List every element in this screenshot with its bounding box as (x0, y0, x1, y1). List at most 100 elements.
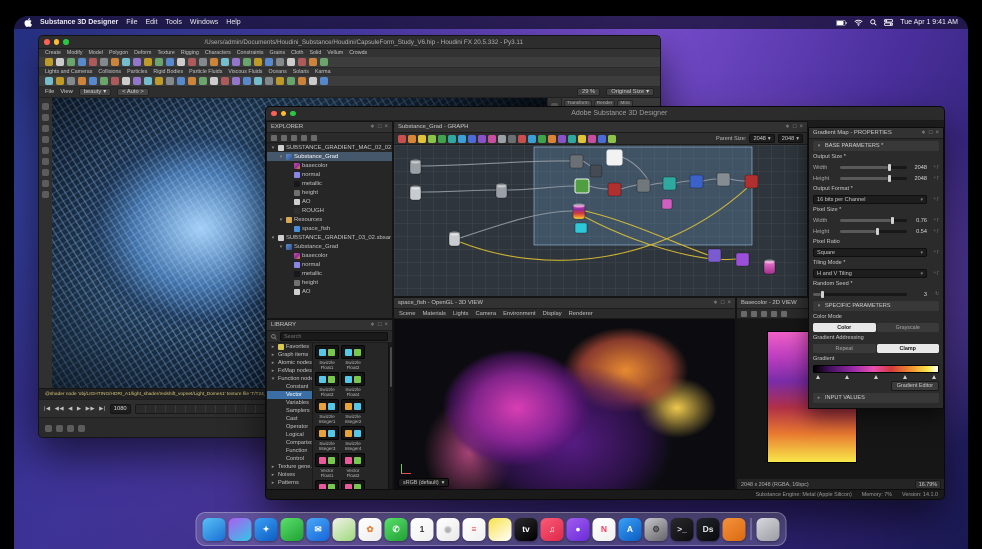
search-icon[interactable] (870, 19, 877, 26)
function-icon[interactable]: +ƒ (930, 218, 939, 223)
chevron-down-icon[interactable]: ▾ (278, 244, 284, 250)
shelf-tool-icon[interactable] (298, 58, 306, 66)
shelf-tool-icon[interactable] (89, 77, 97, 85)
tree-item-substance-gradient-03-02-sbsar[interactable]: ▾ SUBSTANCE_GRADIENT_03_02.sbsar (267, 233, 392, 242)
library-node-swizzle-float2[interactable]: Swizzle Float2 (341, 345, 365, 370)
shelf-tab-cloth[interactable]: Cloth (291, 50, 303, 56)
output-height-value[interactable]: 2048 (910, 176, 927, 182)
library-node-swizzle-integer2[interactable]: Swizzle Integer2 (341, 399, 365, 424)
library-scrollbar[interactable] (388, 343, 392, 490)
tool-icon[interactable] (42, 191, 49, 198)
graph-node[interactable] (735, 252, 750, 267)
shelf-tab-rigging[interactable]: Rigging (181, 50, 199, 56)
graph-node-button[interactable] (528, 134, 536, 143)
shelf-tab-solaris[interactable]: Solaris (293, 69, 309, 75)
houdini-menu-file[interactable]: File (45, 89, 54, 95)
shelf-tool-icon[interactable] (210, 77, 218, 85)
pixel-height-value[interactable]: 0.54 (910, 229, 927, 235)
tree-item-logical[interactable]: Logical (267, 431, 312, 439)
library-node-swizzle-float1[interactable]: Swizzle Float1 (315, 345, 339, 370)
tree-item-samplers[interactable]: Samplers (267, 407, 312, 415)
auto-update-control[interactable]: < Auto > (117, 88, 149, 96)
graph-node-button[interactable] (608, 134, 616, 143)
shelf-tab-characters[interactable]: Characters (205, 50, 231, 56)
close-button[interactable] (44, 39, 50, 45)
pixel-ratio-dropdown[interactable]: Square ▾ (813, 248, 927, 257)
shelf-tool-icon[interactable] (221, 77, 229, 85)
view3d-menu-environment[interactable]: Environment (503, 311, 536, 317)
output-height-slider[interactable] (840, 175, 907, 182)
dock-calendar[interactable]: 1 (410, 517, 434, 541)
tool-icon[interactable] (42, 169, 49, 176)
dock-facetime[interactable]: ✆ (384, 517, 408, 541)
tree-item-constant[interactable]: Constant (267, 383, 312, 391)
shelf-tool-icon[interactable] (188, 58, 196, 66)
dock-mail[interactable]: ✉ (306, 517, 330, 541)
function-icon[interactable]: ↻ (930, 292, 939, 297)
shelf-tool-icon[interactable] (210, 58, 218, 66)
tree-item-basecolor[interactable]: basecolor (267, 251, 392, 260)
dock-houdini[interactable] (722, 517, 746, 541)
function-icon[interactable]: +ƒ (930, 165, 939, 170)
shelf-tool-icon[interactable] (78, 58, 86, 66)
minimize-button[interactable] (53, 39, 59, 45)
dock-news[interactable]: N (592, 517, 616, 541)
graph-node[interactable] (636, 178, 651, 193)
pin-icon[interactable]: ∗ (713, 300, 718, 306)
shelf-tool-icon[interactable] (309, 58, 317, 66)
view2d-zoom-level[interactable]: 16.79% (914, 480, 941, 489)
chevron-right-icon[interactable]: ▸ (270, 352, 276, 358)
image-size-dropdown[interactable]: Original Size ▾ (606, 88, 654, 96)
gradient-key-handle[interactable] (845, 375, 849, 379)
shelf-tool-icon[interactable] (122, 77, 130, 85)
gradient-key-handle[interactable] (932, 375, 936, 379)
tree-item-basecolor[interactable]: basecolor (267, 161, 392, 170)
tree-item-space-fish[interactable]: space_fish (267, 224, 392, 233)
function-icon[interactable]: +ƒ (930, 250, 939, 255)
view3d-menu-materials[interactable]: Materials (422, 311, 446, 317)
color-mode-grayscale-button[interactable]: Grayscale (876, 323, 939, 332)
graph-node-button[interactable] (398, 134, 406, 143)
shelf-tool-icon[interactable] (276, 77, 284, 85)
shelf-tool-icon[interactable] (177, 58, 185, 66)
tiling-mode-dropdown[interactable]: H and V Tiling ▾ (813, 269, 927, 278)
graph-node[interactable] (574, 178, 590, 194)
frame-start-field[interactable]: 1080 (109, 403, 131, 414)
dock-finder[interactable] (202, 517, 226, 541)
section-specific-parameters[interactable]: ▾ SPECIFIC PARAMETERS (813, 301, 939, 311)
shelf-tab-vellum[interactable]: Vellum (327, 50, 343, 56)
graph-canvas[interactable] (394, 145, 807, 296)
parent-size-dropdown[interactable]: 2048 ▾ (749, 134, 775, 143)
link-icon[interactable] (301, 134, 307, 141)
graph-node-button[interactable] (538, 134, 546, 143)
menu-windows[interactable]: Windows (190, 19, 218, 26)
colorspace-dropdown[interactable]: sRGB (default) ▾ (398, 478, 450, 487)
menu-file[interactable]: File (126, 19, 137, 26)
tiling-icon[interactable] (751, 310, 757, 317)
tree-item-substance-gradient-mac-02-02-sbs-[interactable]: ▾ SUBSTANCE_GRADIENT_MAC_02_02.sbs* (267, 143, 392, 152)
shelf-tab-karma[interactable]: Karma (315, 69, 331, 75)
minimize-button[interactable] (280, 110, 286, 117)
tree-item-control[interactable]: Control (267, 455, 312, 463)
menu-tools[interactable]: Tools (166, 19, 182, 26)
close-icon[interactable]: × (384, 322, 388, 328)
control-center-icon[interactable] (884, 19, 894, 26)
shelf-tab-grains[interactable]: Grains (270, 50, 286, 56)
graph-node[interactable] (707, 248, 722, 263)
tree-item-metallic[interactable]: metallic (267, 269, 392, 278)
shelf-tool-icon[interactable] (287, 77, 295, 85)
float-icon[interactable]: □ (793, 124, 797, 130)
view3d-menu-renderer[interactable]: Renderer (569, 311, 593, 317)
grid-icon[interactable] (771, 310, 777, 317)
channels-icon[interactable] (761, 310, 767, 317)
dock-tv[interactable]: tv (514, 517, 538, 541)
info-icon[interactable] (781, 310, 787, 317)
pixel-height-slider[interactable] (840, 228, 907, 235)
pixel-width-slider[interactable] (840, 217, 907, 224)
shelf-tool-icon[interactable] (232, 58, 240, 66)
graph-node-button[interactable] (598, 134, 606, 143)
shelf-tool-icon[interactable] (188, 77, 196, 85)
shelf-tab-deform[interactable]: Deform (134, 50, 151, 56)
shelf-tab-particle-fluids[interactable]: Particle Fluids (189, 69, 222, 75)
shelf-tool-icon[interactable] (122, 58, 130, 66)
